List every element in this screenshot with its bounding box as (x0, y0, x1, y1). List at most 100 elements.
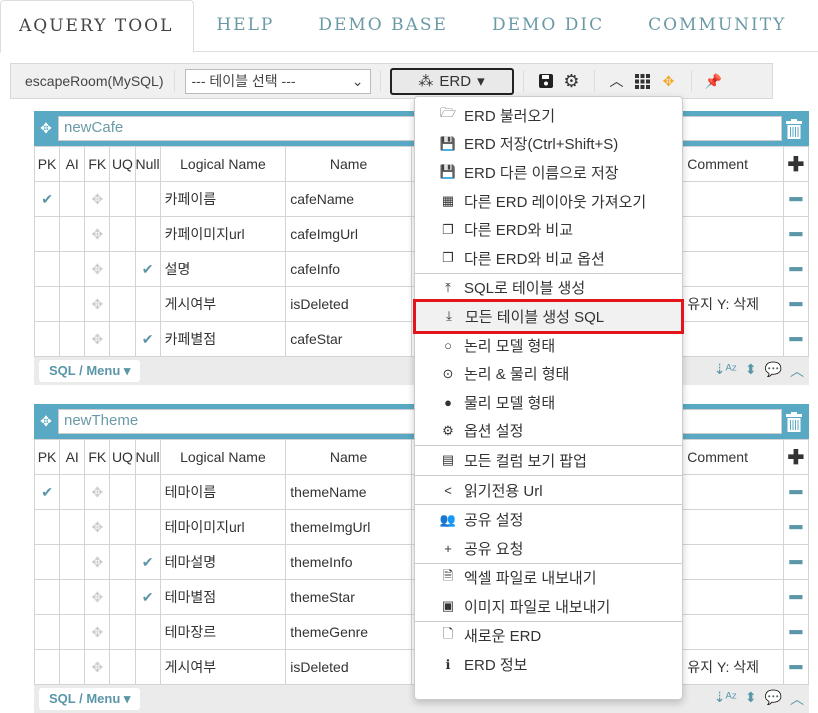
name-cell[interactable]: isDeleted (285, 286, 412, 322)
collapse-icon[interactable]: ︿ (790, 689, 804, 709)
null-cell[interactable]: ✔ (134, 251, 161, 287)
uq-cell[interactable] (109, 544, 136, 580)
remove-column-icon[interactable]: ━ (782, 286, 810, 322)
comment-cell[interactable] (682, 216, 784, 252)
ai-cell[interactable] (59, 251, 86, 287)
comment-cell[interactable] (682, 474, 784, 510)
remove-column-icon[interactable]: ━ (782, 579, 810, 615)
nav-tab-aquery-tool[interactable]: AQUERY TOOL (0, 0, 195, 53)
null-cell[interactable] (134, 181, 161, 217)
comment-cell[interactable] (682, 579, 784, 615)
move-icon[interactable]: ✥ (660, 72, 678, 90)
ai-cell[interactable] (59, 286, 86, 322)
nav-tab-community[interactable]: COMMUNITY (626, 0, 808, 52)
logical-name-cell[interactable]: 게시여부 (159, 286, 287, 322)
uq-cell[interactable] (109, 251, 136, 287)
name-cell[interactable]: themeImgUrl (285, 509, 412, 545)
fk-cell[interactable]: ✥ (84, 181, 111, 217)
name-cell[interactable]: themeName (285, 474, 412, 510)
logical-name-cell[interactable]: 테마장르 (159, 614, 287, 650)
menu-item-info[interactable]: ℹ ERD 정보 (415, 650, 682, 679)
pk-cell[interactable]: ✔ (33, 474, 61, 510)
trash-icon[interactable] (782, 118, 806, 139)
menu-item-users[interactable]: 👥 공유 설정 (415, 505, 682, 534)
logical-name-cell[interactable]: 카페이름 (159, 181, 287, 217)
name-cell[interactable]: cafeName (285, 181, 412, 217)
remove-column-icon[interactable]: ━ (782, 544, 810, 580)
pk-cell[interactable] (33, 579, 61, 615)
menu-item-radio-checked[interactable]: ⊙ 논리 & 물리 형태 (415, 359, 682, 388)
menu-item-share[interactable]: < 읽기전용 Url (415, 476, 682, 505)
null-cell[interactable] (134, 614, 161, 650)
menu-item-download[interactable]: ⤓ 모든 테이블 생성 SQL (413, 299, 684, 334)
menu-item-circle-filled[interactable]: ● 물리 모델 형태 (415, 388, 682, 417)
ai-cell[interactable] (59, 509, 86, 545)
menu-item-save-as[interactable]: 💾 ERD 다른 이름으로 저장 (415, 158, 682, 187)
ai-cell[interactable] (59, 544, 86, 580)
menu-item-layout[interactable]: ▦ 다른 ERD 레이아웃 가져오기 (415, 187, 682, 216)
logical-name-cell[interactable]: 테마별점 (159, 579, 287, 615)
menu-item-user-plus[interactable]: + 공유 요청 (415, 534, 682, 563)
remove-column-icon[interactable]: ━ (782, 614, 810, 650)
sort-icon[interactable]: ⬍ (745, 689, 757, 709)
chevron-up-icon[interactable]: ︿ (608, 72, 626, 90)
sql-menu-button[interactable]: SQL / Menu ▾ (39, 688, 141, 710)
logical-name-cell[interactable]: 게시여부 (159, 649, 287, 685)
pk-cell[interactable] (33, 286, 61, 322)
remove-column-icon[interactable]: ━ (782, 216, 810, 252)
logical-name-cell[interactable]: 카페이미지url (159, 216, 287, 252)
fk-cell[interactable]: ✥ (84, 649, 111, 685)
comment-icon[interactable]: 💬 (765, 361, 782, 381)
nav-tab-demo-dic[interactable]: DEMO DIC (470, 0, 626, 52)
menu-item-folder-open[interactable]: 🗁 ERD 불러오기 (415, 101, 682, 130)
sort-icon[interactable]: ⬍ (745, 361, 757, 381)
comment-icon[interactable]: 💬 (765, 689, 782, 709)
logical-name-cell[interactable]: 카페별점 (159, 321, 287, 357)
pk-cell[interactable] (33, 216, 61, 252)
fk-cell[interactable]: ✥ (84, 216, 111, 252)
remove-column-icon[interactable]: ━ (782, 474, 810, 510)
null-cell[interactable] (134, 286, 161, 322)
menu-item-gear[interactable]: ⚙ 옵션 설정 (415, 417, 682, 446)
remove-column-icon[interactable]: ━ (782, 509, 810, 545)
null-cell[interactable] (134, 649, 161, 685)
comment-cell[interactable]: 유지 Y: 삭제 (682, 286, 784, 322)
comment-cell[interactable] (682, 251, 784, 287)
ai-cell[interactable] (59, 614, 86, 650)
move-icon[interactable]: ✥ (34, 120, 58, 137)
comment-cell[interactable] (682, 321, 784, 357)
fk-cell[interactable]: ✥ (84, 474, 111, 510)
null-cell[interactable] (134, 216, 161, 252)
add-column-icon[interactable]: ✚ (782, 146, 810, 182)
menu-item-list[interactable]: ▤ 모든 컬럼 보기 팝업 (415, 446, 682, 475)
collapse-icon[interactable]: ︿ (790, 361, 804, 381)
name-cell[interactable]: themeStar (285, 579, 412, 615)
nav-tab-help[interactable]: HELP (194, 0, 296, 52)
uq-cell[interactable] (109, 579, 136, 615)
uq-cell[interactable] (109, 286, 136, 322)
pk-cell[interactable]: ✔ (33, 181, 61, 217)
menu-item-compare-options[interactable]: ❐ 다른 ERD와 비교 옵션 (415, 244, 682, 273)
name-cell[interactable]: cafeImgUrl (285, 216, 412, 252)
fk-cell[interactable]: ✥ (84, 544, 111, 580)
save-icon[interactable] (537, 72, 555, 90)
uq-cell[interactable] (109, 614, 136, 650)
menu-item-radio-empty[interactable]: ○ 논리 모델 형태 (415, 331, 682, 360)
comment-cell[interactable] (682, 181, 784, 217)
fk-cell[interactable]: ✥ (84, 321, 111, 357)
move-icon[interactable]: ✥ (34, 413, 58, 430)
remove-column-icon[interactable]: ━ (782, 181, 810, 217)
fk-cell[interactable]: ✥ (84, 286, 111, 322)
pk-cell[interactable] (33, 321, 61, 357)
name-cell[interactable]: cafeStar (285, 321, 412, 357)
comment-cell[interactable] (682, 544, 784, 580)
name-cell[interactable]: cafeInfo (285, 251, 412, 287)
uq-cell[interactable] (109, 509, 136, 545)
sort-alpha-icon[interactable]: ⇣ᴬᶻ (714, 689, 737, 709)
fk-cell[interactable]: ✥ (84, 614, 111, 650)
uq-cell[interactable] (109, 216, 136, 252)
gear-icon[interactable]: ⚙ (563, 71, 581, 91)
logical-name-cell[interactable]: 테마이름 (159, 474, 287, 510)
comment-cell[interactable] (682, 509, 784, 545)
logical-name-cell[interactable]: 설명 (159, 251, 287, 287)
